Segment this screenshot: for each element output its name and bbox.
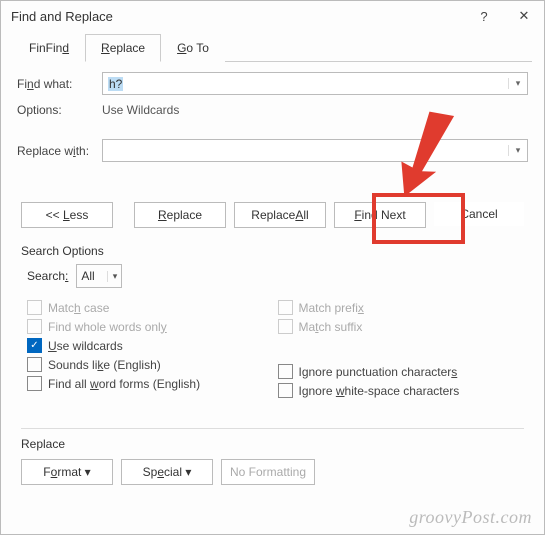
options-grid: Match case Find whole words only ✓ Use w… bbox=[17, 296, 528, 402]
special-button[interactable]: Special ▾ bbox=[121, 459, 213, 485]
watermark: groovyPost.com bbox=[409, 507, 532, 528]
chk-match-prefix: Match prefix bbox=[278, 300, 529, 315]
chk-ignore-whitespace[interactable]: Ignore white-space characters bbox=[278, 383, 529, 398]
find-replace-dialog: Find and Replace ? ✕ FinFindFind Replace… bbox=[0, 0, 545, 535]
tab-find[interactable]: FinFindFind bbox=[13, 34, 85, 62]
checkbox-icon bbox=[278, 319, 293, 334]
options-row: Options: Use Wildcards bbox=[17, 103, 528, 117]
button-row: << Less Replace Replace All Find Next Ca… bbox=[17, 202, 528, 238]
checkbox-icon bbox=[27, 376, 42, 391]
find-what-value: h? bbox=[108, 77, 123, 91]
find-what-row: Find what: h? ▾ bbox=[17, 72, 528, 95]
replace-section-title: Replace bbox=[21, 437, 528, 451]
chevron-down-icon[interactable]: ▾ bbox=[508, 78, 527, 89]
help-button[interactable]: ? bbox=[464, 1, 504, 31]
replace-all-button[interactable]: Replace All bbox=[234, 202, 326, 228]
search-direction-value: All bbox=[81, 269, 94, 283]
chk-match-case: Match case bbox=[27, 300, 278, 315]
search-direction-select[interactable]: All ▾ bbox=[76, 264, 122, 288]
replace-with-row: Replace with: ▾ bbox=[17, 139, 528, 162]
options-label: Options: bbox=[17, 103, 102, 117]
spacer bbox=[278, 338, 529, 360]
less-button[interactable]: << Less bbox=[21, 202, 113, 228]
chk-use-wildcards[interactable]: ✓ Use wildcards bbox=[27, 338, 278, 353]
tabstrip: FinFindFind Replace Go To bbox=[13, 33, 532, 62]
format-row: Format ▾ Special ▾ No Formatting bbox=[21, 459, 524, 485]
find-next-button[interactable]: Find Next bbox=[334, 202, 426, 228]
checkbox-icon bbox=[27, 319, 42, 334]
options-value: Use Wildcards bbox=[102, 103, 179, 117]
close-button[interactable]: ✕ bbox=[504, 1, 544, 31]
checkbox-icon bbox=[278, 383, 293, 398]
replace-with-input[interactable]: ▾ bbox=[102, 139, 528, 162]
checkbox-icon bbox=[27, 357, 42, 372]
find-what-input[interactable]: h? ▾ bbox=[102, 72, 528, 95]
options-left-col: Match case Find whole words only ✓ Use w… bbox=[27, 296, 278, 402]
checkbox-icon bbox=[278, 364, 293, 379]
search-direction-row: Search: All ▾ bbox=[27, 264, 528, 288]
checkbox-icon bbox=[278, 300, 293, 315]
no-formatting-button: No Formatting bbox=[221, 459, 315, 485]
content-area: Find what: h? ▾ Options: Use Wildcards R… bbox=[1, 62, 544, 503]
search-options-title: Search Options bbox=[21, 244, 528, 258]
options-right-col: Match prefix Match suffix Ignore punctua… bbox=[278, 296, 529, 402]
chk-match-suffix: Match suffix bbox=[278, 319, 529, 334]
window-title: Find and Replace bbox=[11, 9, 464, 24]
tab-replace[interactable]: Replace bbox=[85, 34, 161, 62]
titlebar: Find and Replace ? ✕ bbox=[1, 1, 544, 31]
checkbox-icon bbox=[27, 300, 42, 315]
chk-word-forms[interactable]: Find all word forms (English) bbox=[27, 376, 278, 391]
replace-button[interactable]: Replace bbox=[134, 202, 226, 228]
divider bbox=[21, 428, 524, 429]
chk-ignore-punctuation[interactable]: Ignore punctuation characters bbox=[278, 364, 529, 379]
chk-whole-words: Find whole words only bbox=[27, 319, 278, 334]
find-what-label: Find what: bbox=[17, 77, 102, 91]
replace-with-label: Replace with: bbox=[17, 144, 102, 158]
checkbox-icon: ✓ bbox=[27, 338, 42, 353]
chevron-down-icon[interactable]: ▾ bbox=[508, 145, 527, 156]
format-button[interactable]: Format ▾ bbox=[21, 459, 113, 485]
tab-goto[interactable]: Go To bbox=[161, 34, 225, 62]
chk-sounds-like[interactable]: Sounds like (English) bbox=[27, 357, 278, 372]
cancel-button[interactable]: Cancel bbox=[434, 202, 524, 226]
chevron-down-icon[interactable]: ▾ bbox=[107, 271, 118, 282]
search-direction-label: Search: bbox=[27, 269, 68, 283]
